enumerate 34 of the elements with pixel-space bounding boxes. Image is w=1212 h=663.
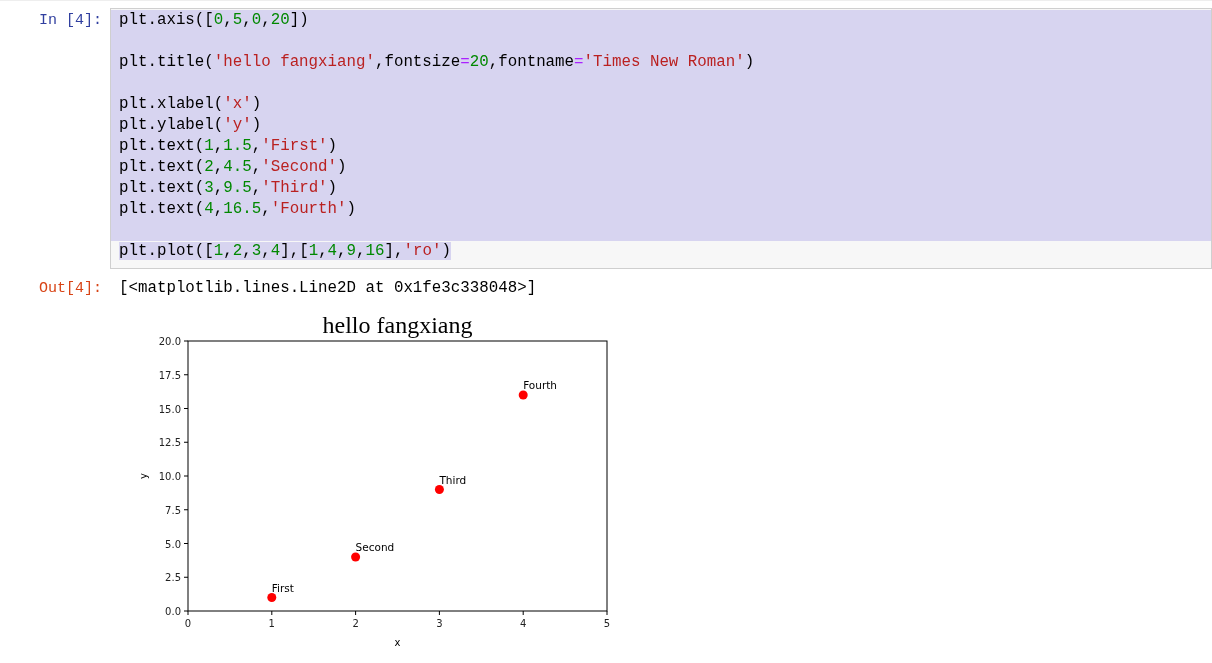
code-line: plt.xlabel('x') bbox=[119, 95, 262, 113]
y-tick-label: 2.5 bbox=[165, 572, 181, 584]
point-annotation: Second bbox=[355, 541, 395, 554]
y-tick-label: 12.5 bbox=[158, 437, 181, 449]
code-line: plt.text(1,1.5,'First') bbox=[119, 137, 338, 155]
y-tick-label: 10.0 bbox=[158, 471, 181, 482]
code-cell[interactable] bbox=[110, 8, 1212, 269]
x-tick-label: 2 bbox=[352, 618, 359, 629]
y-tick-label: 5.0 bbox=[165, 538, 181, 550]
x-axis-label: x bbox=[394, 637, 401, 648]
y-tick-label: 17.5 bbox=[158, 369, 181, 381]
output-text: [<matplotlib.lines.Line2D at 0x1fe3c338048>] bbox=[118, 278, 538, 299]
chart-title: hello fangxiang bbox=[322, 312, 473, 338]
point-annotation: Fourth bbox=[523, 379, 558, 392]
x-tick-label: 1 bbox=[268, 618, 275, 629]
code-line: plt.text(4,16.5,'Fourth') bbox=[119, 200, 357, 218]
code-line: plt.text(2,4.5,'Second') bbox=[119, 158, 347, 176]
x-tick-label: 0 bbox=[184, 618, 192, 629]
y-tick-label: 7.5 bbox=[165, 504, 181, 516]
y-axis-label: y bbox=[138, 473, 149, 479]
x-tick-label: 3 bbox=[436, 618, 443, 629]
code-line: plt.title('hello fangxiang',fontsize=20,fontname='Times New Roman') bbox=[119, 53, 755, 71]
code-line: plt.text(3,9.5,'Third') bbox=[119, 179, 338, 197]
code-line: plt.axis([0,5,0,20]) bbox=[119, 11, 309, 29]
output-prompt: Out[4]: bbox=[38, 279, 103, 299]
x-tick-label: 5 bbox=[603, 618, 610, 629]
code-line: plt.ylabel('y') bbox=[119, 116, 262, 134]
input-prompt: In [4]: bbox=[38, 11, 103, 31]
y-tick-label: 20.0 bbox=[158, 336, 181, 347]
point-annotation: Third bbox=[439, 473, 467, 486]
y-tick-label: 0.0 bbox=[165, 606, 181, 617]
point-annotation: First bbox=[271, 581, 294, 594]
y-tick-label: 15.0 bbox=[158, 403, 181, 415]
x-tick-label: 4 bbox=[520, 618, 527, 629]
